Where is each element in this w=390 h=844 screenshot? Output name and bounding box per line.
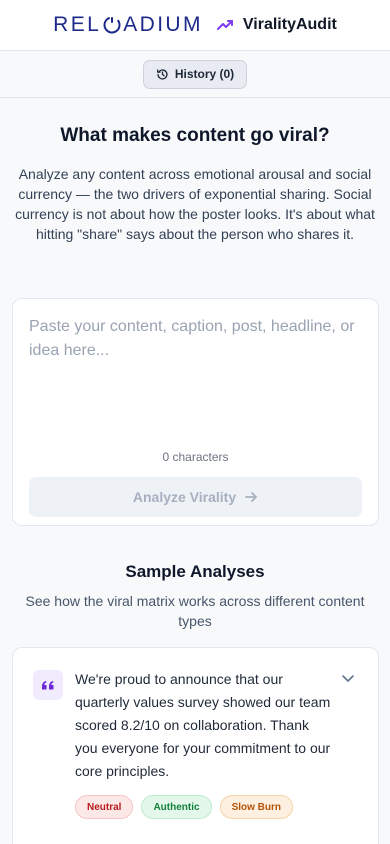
tag-neutral: Neutral: [75, 795, 134, 819]
character-count: 0 characters: [162, 450, 229, 464]
sample-analysis-card[interactable]: We're proud to announce that our quarter…: [12, 647, 379, 844]
history-icon: [156, 68, 169, 81]
app-name: ViralityAudit: [242, 16, 337, 33]
app-header: REL ADIUM ViralityAudit: [0, 0, 390, 51]
sample-text: We're proud to announce that our quarter…: [75, 671, 331, 779]
trending-up-icon: [215, 15, 235, 35]
reloadium-logo[interactable]: REL ADIUM: [53, 13, 203, 37]
arrow-right-icon: [244, 490, 258, 504]
analyze-label: Analyze Virality: [132, 489, 237, 505]
page-title: What makes content go viral?: [60, 125, 330, 146]
chevron-down-icon[interactable]: [340, 670, 356, 686]
sample-tags: Neutral Authentic Slow Burn: [75, 795, 294, 819]
tag-authentic: Authentic: [141, 795, 212, 819]
content-input-card: 0 characters Analyze Virality: [12, 298, 379, 526]
brand-prefix: REL: [53, 13, 102, 36]
content-input[interactable]: [29, 315, 362, 445]
brand-suffix: ADIUM: [123, 13, 203, 36]
tag-slow-burn: Slow Burn: [219, 795, 294, 819]
page-description: Analyze any content across emotional aro…: [15, 166, 375, 242]
history-bar: History (0): [0, 51, 390, 98]
quote-icon: [33, 670, 63, 700]
samples-title: Sample Analyses: [125, 562, 265, 581]
analyze-virality-button[interactable]: Analyze Virality: [29, 477, 362, 517]
samples-subtitle: See how the viral matrix works across di…: [25, 593, 365, 629]
history-label: History (0): [174, 67, 235, 81]
logo-mark-icon: [102, 15, 122, 35]
history-button[interactable]: History (0): [142, 59, 248, 89]
